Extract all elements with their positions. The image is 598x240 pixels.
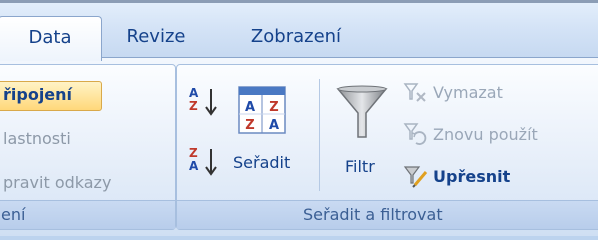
- tab-revize[interactable]: Revize: [116, 16, 196, 61]
- sort-descending-icon[interactable]: Z A: [187, 145, 225, 181]
- sort-filter-group: A Z Z A A Z Z A Seřadit Filtr Vymazat Zn…: [176, 64, 598, 230]
- advanced-filter-button[interactable]: Upřesnit: [433, 167, 510, 186]
- svg-text:A: A: [245, 100, 255, 115]
- clear-filter-button[interactable]: Vymazat: [433, 83, 503, 102]
- filter-label[interactable]: Filtr: [345, 157, 375, 176]
- tab-zobrazeni[interactable]: Zobrazení: [226, 16, 366, 61]
- properties-button[interactable]: lastnosti: [3, 129, 71, 148]
- advanced-filter-icon[interactable]: [403, 163, 429, 189]
- sort-label[interactable]: Seřadit: [233, 153, 290, 172]
- svg-text:A: A: [269, 118, 279, 133]
- funnel-icon[interactable]: [335, 83, 389, 143]
- group-separator: [319, 79, 320, 191]
- sort-dialog-icon[interactable]: A Z Z A: [237, 85, 287, 135]
- svg-text:Z: Z: [245, 118, 254, 133]
- sort-filter-group-title: Seřadit a filtrovat: [177, 200, 598, 229]
- reapply-filter-button[interactable]: Znovu použít: [433, 125, 538, 144]
- svg-text:Z: Z: [269, 100, 278, 115]
- ribbon-tab-strip: Data Revize Zobrazení: [0, 0, 598, 61]
- excel-ribbon: Data Revize Zobrazení řipojení lastnosti…: [0, 0, 598, 240]
- sort-ascending-icon[interactable]: A Z: [187, 85, 225, 121]
- tab-data[interactable]: Data: [0, 16, 102, 61]
- ribbon-body: řipojení lastnosti pravit odkazy ení A Z…: [0, 57, 598, 236]
- reapply-filter-icon: [403, 121, 427, 147]
- connections-button[interactable]: řipojení: [3, 85, 72, 104]
- connections-group-title: ení: [0, 200, 175, 229]
- clear-filter-icon: [403, 81, 427, 105]
- connections-group: řipojení lastnosti pravit odkazy ení: [0, 64, 176, 230]
- edit-links-button[interactable]: pravit odkazy: [3, 173, 111, 192]
